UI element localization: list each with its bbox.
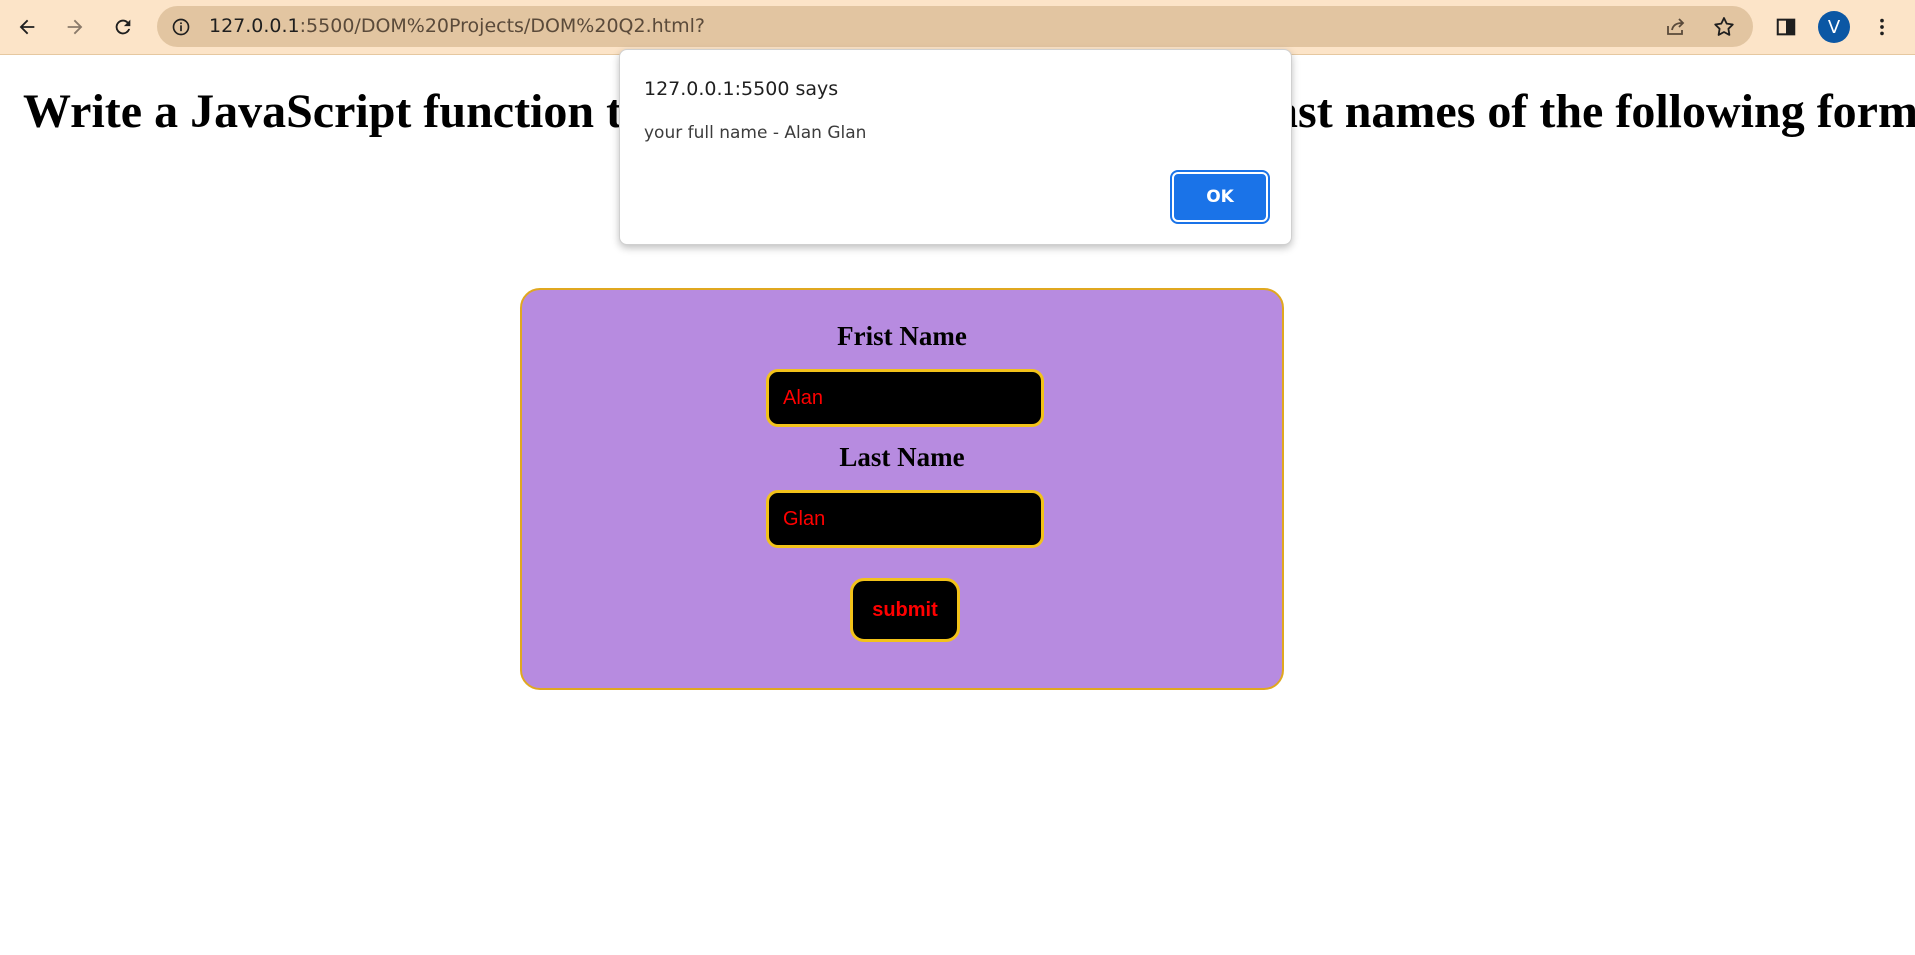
- arrow-left-icon: [19, 19, 35, 35]
- browser-menu-button[interactable]: [1866, 11, 1898, 43]
- name-form: Frist Name Last Name submit: [520, 288, 1284, 690]
- last-name-label: Last Name: [839, 442, 965, 472]
- alert-dialog: 127.0.0.1:5500 says your full name - Ala…: [619, 49, 1292, 245]
- url-host: 127.0.0.1: [209, 15, 300, 37]
- alert-ok-button[interactable]: OK: [1170, 170, 1270, 224]
- address-bar[interactable]: 127.0.0.1:5500/DOM%20Projects/DOM%20Q2.h…: [157, 6, 1753, 47]
- kebab-menu-icon: [1880, 18, 1884, 36]
- arrow-right-icon: [67, 19, 83, 35]
- forward-button[interactable]: [59, 11, 91, 43]
- alert-origin: 127.0.0.1:5500 says: [644, 78, 839, 100]
- url-text[interactable]: 127.0.0.1:5500/DOM%20Projects/DOM%20Q2.h…: [209, 6, 705, 47]
- side-panel-icon: [1776, 18, 1796, 36]
- star-icon[interactable]: [1712, 15, 1736, 39]
- last-name-input[interactable]: [766, 490, 1044, 548]
- browser-toolbar: 127.0.0.1:5500/DOM%20Projects/DOM%20Q2.h…: [0, 0, 1915, 55]
- profile-avatar[interactable]: V: [1818, 11, 1850, 43]
- share-icon[interactable]: [1664, 15, 1688, 39]
- reload-icon: [115, 19, 131, 35]
- back-button[interactable]: [11, 11, 43, 43]
- alert-message: your full name - Alan Glan: [644, 123, 867, 143]
- first-name-label: Frist Name: [837, 321, 967, 351]
- info-icon[interactable]: [171, 17, 191, 37]
- reload-button[interactable]: [107, 11, 139, 43]
- submit-button[interactable]: submit: [850, 578, 960, 642]
- side-panel-button[interactable]: [1770, 11, 1802, 43]
- first-name-input[interactable]: [766, 369, 1044, 427]
- url-path: :5500/DOM%20Projects/DOM%20Q2.html?: [299, 15, 705, 37]
